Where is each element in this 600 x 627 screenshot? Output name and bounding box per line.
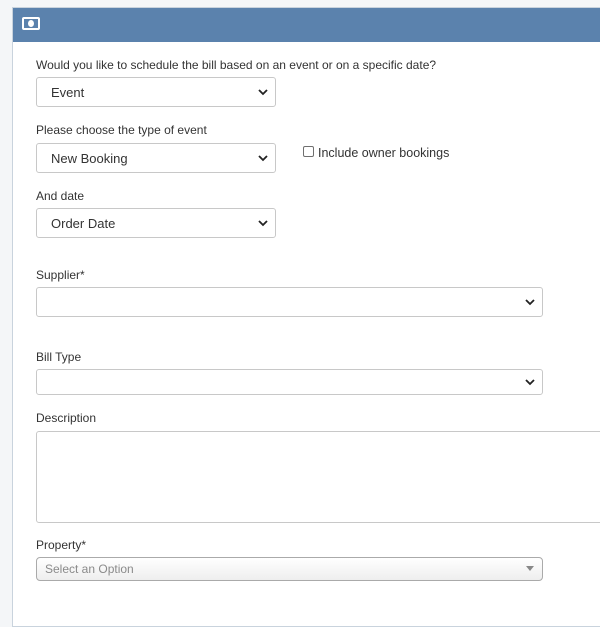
chevron-down-icon [525,379,535,386]
chevron-down-icon [525,299,535,306]
caret-down-icon [526,566,534,571]
schedule-question-label: Would you like to schedule the bill base… [36,58,437,72]
supplier-select[interactable] [36,287,543,317]
supplier-label: Supplier* [36,268,85,282]
and-date-label: And date [36,189,85,203]
property-label: Property* [36,538,87,552]
panel-header [13,8,600,42]
bill-type-select[interactable] [36,369,543,395]
include-owner-bookings-checkbox[interactable] [303,146,314,157]
event-type-value: New Booking [51,151,128,166]
event-type-select[interactable]: New Booking [36,143,276,173]
chevron-down-icon [258,220,268,227]
property-placeholder: Select an Option [45,562,134,576]
event-type-label: Please choose the type of event [36,123,207,137]
and-date-value: Order Date [51,216,116,231]
description-textarea[interactable] [36,431,600,523]
bill-type-label: Bill Type [36,350,82,364]
include-owner-bookings-label: Include owner bookings [318,146,450,160]
banknote-icon [22,17,40,30]
description-label: Description [36,411,97,425]
chevron-down-icon [258,155,268,162]
and-date-select[interactable]: Order Date [36,208,276,238]
schedule-basis-value: Event [51,85,85,100]
property-select[interactable]: Select an Option [36,557,543,581]
page-gutter [0,0,12,607]
chevron-down-icon [258,89,268,96]
schedule-basis-select[interactable]: Event [36,77,276,107]
